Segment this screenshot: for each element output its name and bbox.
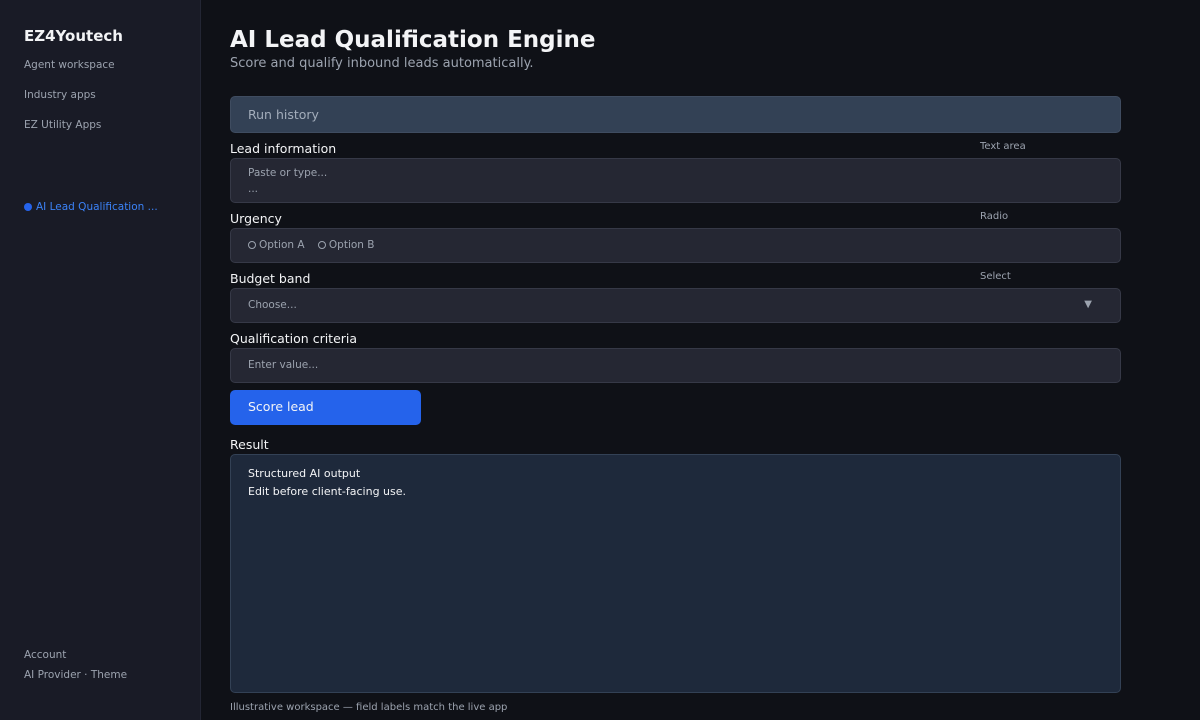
urgency-option-b[interactable]: Option B (317, 239, 375, 251)
criteria-label: Qualification criteria (230, 331, 358, 346)
urgency-type: Radio (980, 211, 1009, 222)
result-label: Result (230, 437, 269, 452)
urgency-label: Urgency (230, 211, 282, 226)
budget-select[interactable]: Choose... ▼ (230, 288, 1121, 323)
urgency-option-b-label: Option B (328, 239, 375, 251)
result-output[interactable]: Structured AI output Edit before client-… (230, 454, 1121, 693)
result-line: Structured AI output (248, 467, 361, 480)
lead-info-ellipsis: ... (248, 183, 259, 195)
sidebar-item-industry-apps[interactable]: Industry apps (24, 89, 96, 101)
page-title: AI Lead Qualification Engine (230, 27, 596, 53)
lead-info-placeholder: Paste or type... (248, 167, 328, 179)
result-line: Edit before client-facing use. (248, 485, 407, 498)
radio-circle-icon (317, 241, 326, 249)
lead-info-label: Lead information (230, 141, 337, 156)
chevron-down-icon: ▼ (1084, 299, 1092, 310)
budget-label: Budget band (230, 271, 311, 286)
provider-theme-link[interactable]: AI Provider · Theme (24, 669, 127, 681)
sidebar: EZ4Youtech Agent workspace Industry apps… (0, 0, 201, 720)
sidebar-item-active-label: AI Lead Qualification ... (36, 201, 158, 213)
criteria-placeholder: Enter value... (248, 359, 319, 371)
page-subtitle: Score and qualify inbound leads automati… (230, 56, 534, 71)
urgency-options: Option A Option B (248, 239, 385, 251)
sidebar-item-ez-utility-apps[interactable]: EZ Utility Apps (24, 119, 101, 131)
sidebar-item-active-app[interactable]: AI Lead Qualification ... (24, 201, 158, 213)
criteria-input[interactable]: Enter value... (230, 348, 1121, 383)
score-lead-button[interactable]: Score lead (230, 390, 421, 425)
budget-type: Select (980, 271, 1011, 282)
brand-name: EZ4Youtech (24, 27, 123, 45)
urgency-radio-group: Option A Option B (230, 228, 1121, 263)
lead-info-type: Text area (980, 141, 1026, 152)
lead-info-textarea[interactable]: Paste or type... ... (230, 158, 1121, 203)
radio-circle-icon (248, 241, 256, 249)
account-link[interactable]: Account (24, 649, 66, 661)
active-dot-icon (24, 203, 32, 211)
budget-placeholder: Choose... (248, 299, 297, 311)
sidebar-item-agent-workspace[interactable]: Agent workspace (24, 59, 115, 71)
urgency-option-a[interactable]: Option A (248, 239, 305, 251)
urgency-option-a-label: Option A (259, 239, 305, 251)
footer-note: Illustrative workspace — field labels ma… (230, 702, 508, 713)
run-history-button[interactable]: Run history (230, 96, 1121, 133)
